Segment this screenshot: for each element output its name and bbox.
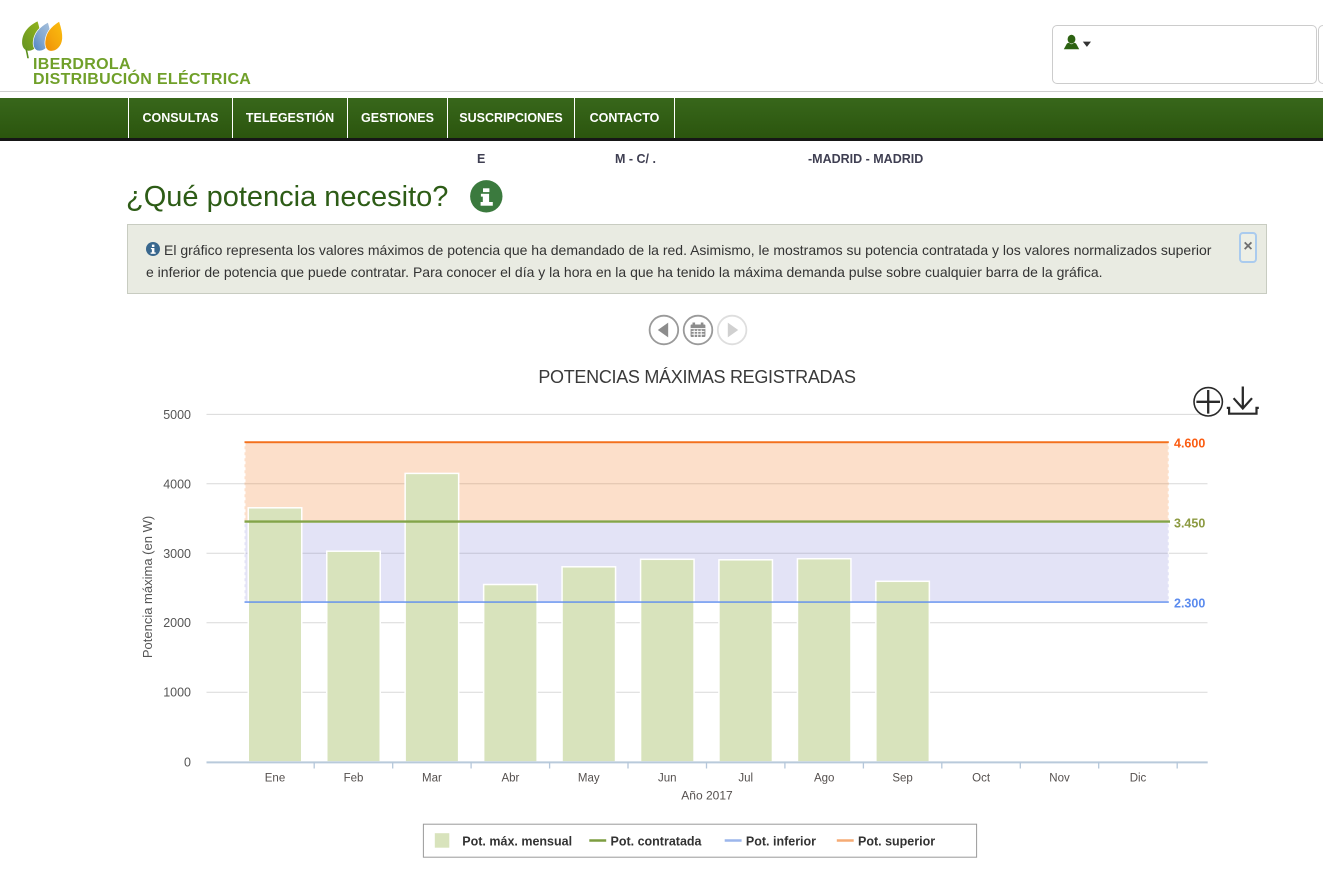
svg-text:1000: 1000 bbox=[163, 686, 191, 700]
svg-text:Jul: Jul bbox=[738, 772, 753, 784]
svg-text:Feb: Feb bbox=[344, 772, 364, 784]
svg-text:4.600: 4.600 bbox=[1174, 437, 1205, 451]
svg-text:5000: 5000 bbox=[163, 408, 191, 422]
svg-text:2.300: 2.300 bbox=[1174, 597, 1205, 611]
svg-text:Pot. contratada: Pot. contratada bbox=[611, 835, 703, 849]
svg-text:Ene: Ene bbox=[265, 772, 285, 784]
svg-text:Pot. máx. mensual: Pot. máx. mensual bbox=[462, 835, 572, 849]
svg-text:May: May bbox=[578, 772, 600, 784]
svg-text:Pot. superior: Pot. superior bbox=[858, 835, 935, 849]
svg-text:Pot. inferior: Pot. inferior bbox=[746, 835, 816, 849]
svg-text:Oct: Oct bbox=[972, 772, 991, 784]
svg-text:Dic: Dic bbox=[1130, 772, 1147, 784]
svg-text:Mar: Mar bbox=[422, 772, 442, 784]
svg-text:POTENCIAS MÁXIMAS REGISTRADAS: POTENCIAS MÁXIMAS REGISTRADAS bbox=[538, 367, 856, 387]
svg-text:Abr: Abr bbox=[501, 772, 519, 784]
svg-text:0: 0 bbox=[184, 755, 191, 769]
svg-text:Año 2017: Año 2017 bbox=[681, 789, 733, 803]
svg-text:3000: 3000 bbox=[163, 547, 191, 561]
svg-text:2000: 2000 bbox=[163, 616, 191, 630]
svg-text:Jun: Jun bbox=[658, 772, 677, 784]
svg-text:Potencia máxima (en W): Potencia máxima (en W) bbox=[140, 516, 155, 658]
svg-text:3.450: 3.450 bbox=[1174, 517, 1205, 531]
svg-text:Nov: Nov bbox=[1049, 772, 1070, 784]
svg-text:Ago: Ago bbox=[814, 772, 834, 784]
svg-text:4000: 4000 bbox=[163, 477, 191, 491]
svg-text:Sep: Sep bbox=[892, 772, 912, 784]
